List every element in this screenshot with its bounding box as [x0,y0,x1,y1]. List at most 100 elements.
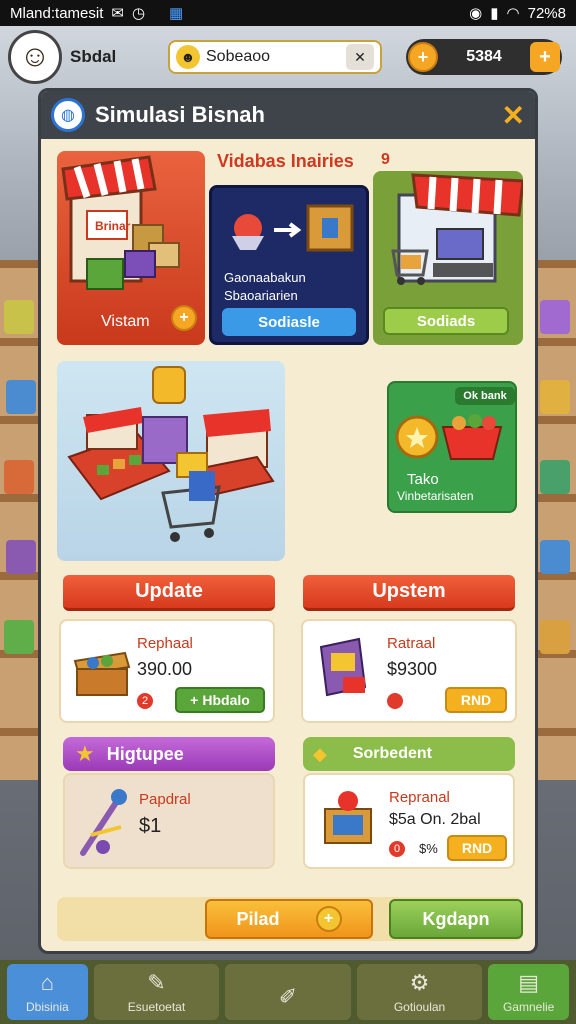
wifi-icon: ◠ [506,5,520,22]
card1-sign: Brinar [95,219,131,233]
section-title: Vidabas Inairies [217,151,354,171]
panel-header: ◍ Simulasi Bisnah ✕ [41,91,535,139]
coin-add-button[interactable]: + [408,42,438,72]
item2-button[interactable]: RND [445,687,507,713]
item4-badge: 0 [389,841,405,857]
home-icon: ⌂ [40,970,54,995]
item-card-3[interactable]: Papdral $1 [63,773,275,869]
battery-text: 72%8 [527,4,566,22]
card4-subtitle: Vinbetarisaten [397,489,474,503]
item4-percent: $% [419,841,438,856]
sorbedent-header[interactable]: ◆ Sorbedent [303,737,515,771]
search-input[interactable]: ☻ Sobeaoo ✕ [168,40,382,74]
item1-badge: 2 [137,693,153,709]
nav-edit-label: Esuetoetat [127,1000,186,1014]
confirm-button[interactable]: Kgdapn [389,899,523,939]
edit-icon: ✐ [278,984,298,1009]
checkout-card[interactable]: Sodiads [373,171,523,345]
cashier-store-icon [391,173,523,285]
bar4-label: Sorbedent [352,745,432,762]
shop-card-red[interactable]: Brinar Vistam + [57,151,205,345]
top-bar: ☺ Sbdal ☻ Sobeaoo ✕ + 5384 + [8,28,568,86]
item1-name: Rephaal [137,635,193,652]
card4-title: Tako [407,471,439,488]
market-illustration [57,361,285,561]
search-icon: ☻ [176,45,200,69]
section-badge: 9 [381,151,390,168]
coin-amount: 5384 [466,48,502,65]
star-icon: ★ [75,741,95,766]
item1-price: 390.00 [137,659,193,679]
close-icon[interactable]: ✕ [502,99,525,132]
item-card-1[interactable]: Rephaal 390.00 2 + Hbdalo [59,619,275,723]
item3-name: Papdral [139,791,191,808]
item4-price: $5a On. 2bal [389,811,481,828]
pilot-add-icon: + [315,906,342,932]
card2-text1: Gaonaabakun [224,270,306,285]
coin-plus-button[interactable]: + [530,42,560,72]
gear-icon: ⚙ [409,970,430,995]
item2-badge [387,693,403,709]
exchange-arrow-icon [232,204,354,252]
treasure-chest-icon [73,651,131,696]
nav-home[interactable]: ⌂ Dbisinia [7,964,88,1020]
globe-icon: ◍ [51,98,85,132]
pencil-icon: ✎ [147,970,166,995]
item1-plus-icon: + [190,692,199,708]
player-name: Sbdal [70,47,117,66]
gift-box-icon [324,791,372,844]
card1-add-button[interactable]: + [171,305,197,331]
upstem-button[interactable]: Upstem [303,575,515,611]
coin-basket-icon [395,414,503,460]
item3-price: $1 [139,815,162,837]
coin-counter: + 5384 + [406,39,562,75]
avatar[interactable]: ☺ [8,30,62,84]
conversion-card[interactable]: Gaonaabakun Sbaoariarien Sodiasle [209,185,369,345]
market-stalls-icon [67,366,275,542]
nav-notes[interactable]: ✐ [225,964,351,1020]
pilot-button[interactable]: Pilad + [205,899,373,939]
card2-button[interactable]: Sodiasle [222,308,356,336]
update-button[interactable]: Update [63,575,275,611]
brush-tool-icon [80,789,127,856]
card3-button[interactable]: Sodiads [383,307,509,335]
notification-icon: ✉ [111,5,124,22]
item2-price: $9300 [387,659,438,679]
pilot-label: Pilad [236,908,280,929]
vending-stall-icon [319,637,367,697]
item-card-2[interactable]: Ratraal $9300 RND [301,619,517,723]
simulation-panel: ◍ Simulasi Bisnah ✕ Vidabas Inairies 9 B… [38,88,538,954]
app-icon: ▦ [169,5,184,22]
card1-label: Vistam [101,313,150,330]
nav-store[interactable]: ▤ Gamnelie [488,964,569,1020]
clock-icon: ◷ [131,5,146,22]
nav-edit[interactable]: ✎ Esuetoetat [93,964,220,1020]
item4-name: Repranal [389,789,450,806]
player-face-icon: ☺ [19,40,51,73]
tools-icon[interactable]: ✕ [346,44,374,70]
nav-settings[interactable]: ⚙ Gotioulan [356,964,483,1020]
search-value: Sobeaoo [206,48,271,65]
right-shelf [532,260,576,780]
item2-name: Ratraal [387,635,436,652]
item4-button[interactable]: RND [447,835,507,861]
bottom-nav: ⌂ Dbisinia ✎ Esuetoetat ✐ ⚙ Gotioulan ▤ … [0,960,576,1024]
item1-button[interactable]: + Hbdalo [175,687,265,713]
tako-card[interactable]: Ok bank Tako Vinbetarisaten [387,381,517,513]
bar3-label: Higtupee [106,743,184,764]
nav-store-label: Gamnelie [502,1000,555,1014]
market-stall-icon [61,155,180,290]
item-card-4[interactable]: Repranal $5a On. 2bal 0 $% RND [303,773,515,869]
card2-text2: Sbaoariarien [224,288,298,303]
higtupee-header[interactable]: ★ Higtupee [63,737,275,771]
signal-icon: ▮ [490,5,499,22]
nav-home-label: Dbisinia [26,1000,69,1014]
panel-title: Simulasi Bisnah [95,102,265,127]
alarm-icon: ◉ [469,5,483,22]
carrier-text: Mland:tamesit [10,4,104,22]
store-icon: ▤ [518,970,540,995]
status-bar: Mland:tamesit ✉ ◷ ▦ ◉ ▮ ◠ 72%8 [0,0,576,26]
leaf-icon: ◆ [313,743,327,764]
item1-button-label: Hbdalo [202,692,250,708]
nav-settings-label: Gotioulan [393,1000,446,1014]
